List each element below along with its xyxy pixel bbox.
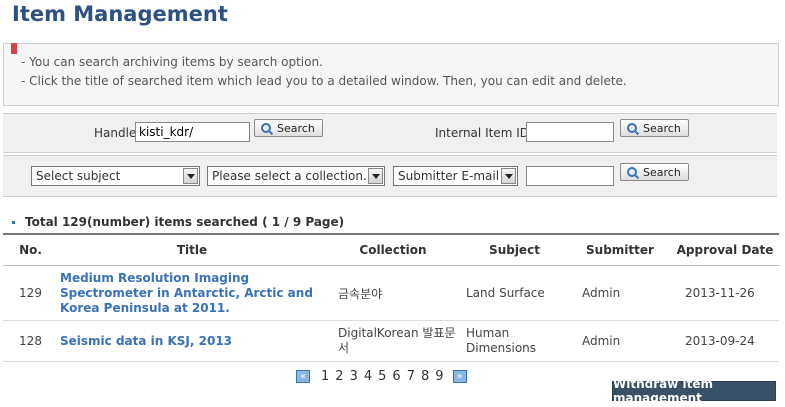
page-link-8[interactable]: 8 [418,369,432,384]
chevron-down-icon [368,168,383,184]
page-link-1[interactable]: 1 [318,369,332,384]
row-no: 129 [3,265,58,321]
page-link-9[interactable]: 9 [432,369,446,384]
page-link-4[interactable]: 4 [361,369,375,384]
search-icon [627,167,637,177]
results-summary: Total 129(number) items searched ( 1 / 9… [12,215,344,229]
row-no: 128 [3,320,58,362]
bullet-icon [12,221,15,224]
search-row-2: Select subject Please select a collectio… [3,155,777,197]
row-submitter: Admin [569,320,671,362]
flag-icon [11,43,17,54]
collection-select[interactable]: Please select a collection. [207,166,385,186]
prev-page-button[interactable]: « [296,370,310,383]
next-page-button[interactable]: » [452,370,467,383]
handle-search-button[interactable]: Search [254,119,323,137]
subject-select[interactable]: Select subject [31,166,200,186]
table-row: 129 Medium Resolution Imaging Spectromet… [3,265,779,321]
search-row-1: Handle Search Internal Item ID Search [3,113,777,153]
internal-id-search-button[interactable]: Search [620,119,689,137]
page-title: Item Management [12,2,228,26]
col-subject: Subject [460,233,569,266]
withdraw-item-management-button[interactable]: Withdraw item management [612,377,776,405]
row-collection: 금속분야 [326,265,460,321]
search-icon [627,123,637,133]
page-link-2[interactable]: 2 [332,369,346,384]
page-link-6[interactable]: 6 [389,369,403,384]
col-approval-date: Approval Date [671,233,779,266]
row-date: 2013-11-26 [671,265,779,321]
submitter-input[interactable] [526,166,614,186]
page-link-5[interactable]: 5 [375,369,389,384]
col-title: Title [58,233,326,266]
row-title-link[interactable]: Seismic data in KSJ, 2013 [58,320,326,362]
page-link-3[interactable]: 3 [347,369,361,384]
info-box: - You can search archiving items by sear… [3,43,779,106]
info-line-2: - Click the title of searched item which… [21,74,627,88]
col-collection: Collection [326,233,460,266]
row-date: 2013-09-24 [671,320,779,362]
internal-id-input[interactable] [526,122,614,142]
handle-label: Handle [94,126,137,140]
chevron-down-icon [183,168,198,184]
table-header-row: No. Title Collection Subject Submitter A… [3,233,779,266]
internal-id-label: Internal Item ID [435,126,529,140]
col-submitter: Submitter [569,233,671,266]
row-submitter: Admin [569,265,671,321]
pagination: « 1 2 3 4 5 6 7 8 9 » [296,369,467,384]
search-icon [261,123,271,133]
results-table: No. Title Collection Subject Submitter A… [3,233,779,362]
page-link-7[interactable]: 7 [404,369,418,384]
table-row: 128 Seismic data in KSJ, 2013 DigitalKor… [3,320,779,362]
submitter-search-button[interactable]: Search [620,163,689,181]
row-collection: DigitalKorean 발표문서 [326,320,460,362]
chevron-down-icon [501,168,516,184]
row-title-link[interactable]: Medium Resolution Imaging Spectrometer i… [58,265,326,321]
info-line-1: - You can search archiving items by sear… [21,55,323,69]
row-subject: Human Dimensions [460,320,569,362]
col-no: No. [3,233,58,266]
submitter-select[interactable]: Submitter E-mail [393,166,518,186]
row-subject: Land Surface [460,265,569,321]
handle-input[interactable] [135,122,250,142]
